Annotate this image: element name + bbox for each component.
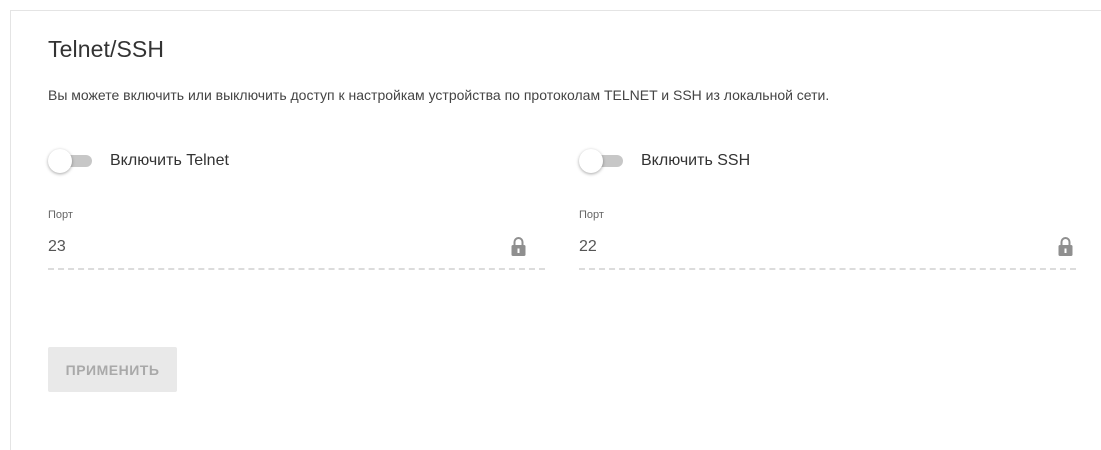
ssh-toggle-row[interactable]: Включить SSH (579, 149, 750, 173)
lock-icon (511, 237, 526, 256)
lock-icon (1058, 237, 1073, 256)
telnet-port-field: Порт (48, 209, 545, 271)
ssh-toggle-knob (579, 149, 603, 173)
ssh-toggle[interactable] (579, 149, 625, 173)
telnet-port-underline (48, 268, 545, 270)
ssh-port-label: Порт (579, 209, 604, 221)
section-description: Вы можете включить или выключить доступ … (48, 87, 830, 103)
telnet-toggle-row[interactable]: Включить Telnet (48, 149, 229, 173)
telnet-toggle[interactable] (48, 149, 94, 173)
telnet-port-label: Порт (48, 209, 73, 221)
apply-button[interactable]: ПРИМЕНИТЬ (48, 347, 177, 392)
telnet-toggle-label: Включить Telnet (110, 152, 229, 169)
ssh-port-input[interactable] (579, 235, 1019, 259)
telnet-port-input[interactable] (48, 235, 488, 259)
ssh-port-underline (579, 268, 1076, 270)
section-title: Telnet/SSH (48, 36, 165, 62)
telnet-toggle-knob (48, 149, 72, 173)
ssh-toggle-label: Включить SSH (641, 152, 751, 169)
ssh-port-field: Порт (579, 209, 1076, 271)
